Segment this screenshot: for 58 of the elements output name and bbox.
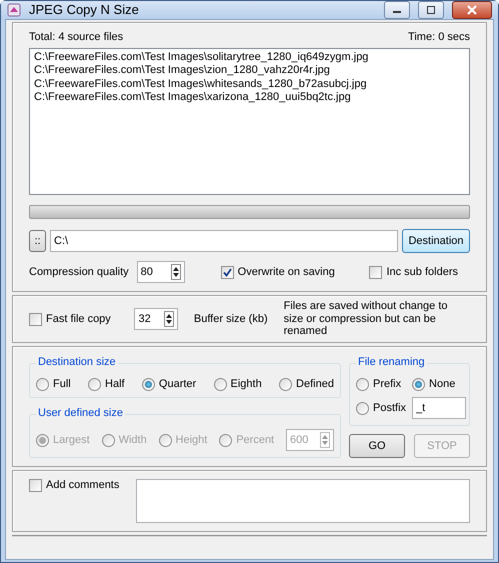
info-note: Files are saved without change to size or compression but can be renamed <box>284 300 449 338</box>
file-path: C:\FreewareFiles.com\Test Images\xarizona_1280_uui5bq2tc.jpg <box>34 90 352 104</box>
radio-label: Postfix <box>373 402 406 415</box>
radio-button[interactable] <box>214 378 227 392</box>
app-icon <box>7 3 21 17</box>
minimize-button[interactable] <box>384 1 410 19</box>
radio-label: Prefix <box>373 378 402 392</box>
close-button[interactable] <box>452 1 492 19</box>
checkbox-label: Overwrite on saving <box>238 266 335 279</box>
radio-button[interactable] <box>142 378 155 392</box>
radio-label: Full <box>53 378 71 392</box>
spinner-arrows-icon <box>164 311 174 328</box>
spinner-arrows-icon <box>320 432 330 448</box>
file-path: C:\FreewareFiles.com\Test Images\solitarytree_1280_iq649zygm.jpg <box>34 51 370 64</box>
radio-label: Percent <box>236 434 274 447</box>
file-list[interactable] <box>29 48 470 196</box>
checkbox[interactable] <box>220 266 234 279</box>
checkbox-label: Add comments <box>46 479 120 492</box>
total-label: Total: 4 source files <box>29 31 124 44</box>
checkbox[interactable] <box>29 479 42 492</box>
close-icon <box>466 5 478 15</box>
radio-label: Width <box>118 434 147 447</box>
radio-button[interactable] <box>36 378 49 392</box>
radio-button[interactable] <box>412 378 426 392</box>
radio-label: Height <box>176 434 208 447</box>
radio-button[interactable] <box>88 378 102 392</box>
radio-label: Largest <box>53 434 90 447</box>
spin-field[interactable]: 80 <box>136 261 185 284</box>
radio-label: Quarter <box>158 378 196 392</box>
spin-field: 600 <box>286 429 334 452</box>
action-button[interactable]: GO <box>349 434 405 458</box>
radio-button[interactable] <box>279 378 292 392</box>
window-title: JPEG Copy N Size <box>29 2 140 18</box>
spinner-arrows-icon <box>170 264 181 280</box>
browse-button[interactable]: :: <box>29 230 46 252</box>
destination-button[interactable]: Destination <box>402 229 470 254</box>
checkbox-label: Inc sub folders <box>386 266 458 279</box>
spin-field[interactable]: 32 <box>134 308 178 330</box>
checkbox[interactable] <box>29 312 42 326</box>
suffix-field[interactable]: _t <box>412 397 466 420</box>
radio-label: Eighth <box>230 378 262 392</box>
comments-field[interactable] <box>136 479 470 524</box>
radio-label: None <box>429 378 456 392</box>
file-path: C:\FreewareFiles.com\Test Images\whitesands_1280_b72asubcj.jpg <box>34 78 368 91</box>
time-label: Time: 0 secs <box>408 31 470 44</box>
radio-label: Half <box>105 378 125 392</box>
quality-label: Compression quality <box>29 266 129 279</box>
maximize-button[interactable] <box>418 1 444 19</box>
buffer-size-label: Buffer size (kb) <box>194 312 268 326</box>
radio-button[interactable] <box>356 402 369 415</box>
checkbox[interactable] <box>369 266 382 279</box>
radio-button[interactable] <box>356 378 369 392</box>
group-title: File renaming <box>356 356 427 370</box>
maximize-icon <box>426 6 436 14</box>
file-path: C:\FreewareFiles.com\Test Images\zion_1280_vahz20r4r.jpg <box>34 64 331 78</box>
path-field[interactable]: C:\ <box>50 230 398 252</box>
radio-label: Defined <box>296 378 334 392</box>
checkbox-label: Fast file copy <box>46 312 111 326</box>
